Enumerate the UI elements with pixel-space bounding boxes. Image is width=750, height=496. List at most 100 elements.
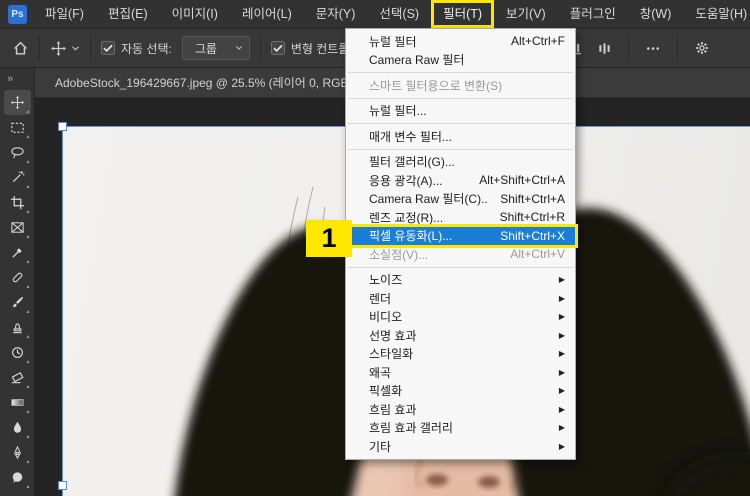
photoshop-logo-icon: Ps [8,4,27,24]
menu-item-24[interactable]: 흐림 효과 갤러리 ▶ [346,419,575,438]
submenu-arrow-icon: ▶ [558,330,565,340]
eraser-tool-icon[interactable] [4,365,31,390]
menu-item-label: Camera Raw 필터 [369,53,465,68]
move-tool-icon[interactable] [3,90,31,115]
submenu-arrow-icon: ▶ [558,293,565,303]
menu-item-12[interactable]: 렌즈 교정(R)... Shift+Ctrl+R [346,208,575,227]
menu-item-label: 매개 변수 필터... [369,129,452,144]
menu-item-25[interactable]: 기타 ▶ [346,437,575,456]
collapse-panel-button[interactable]: » [0,68,34,90]
menu-separator [348,123,573,124]
auto-select-label: 자동 선택: [121,41,172,56]
menu-item-label: 픽셀화 [369,384,403,399]
menu-item-21[interactable]: 왜곡 ▶ [346,363,575,382]
clone-stamp-tool-icon[interactable] [4,315,31,340]
magic-wand-tool-icon[interactable] [4,165,31,190]
menu-item-18[interactable]: 비디오 ▶ [346,308,575,327]
submenu-arrow-icon: ▶ [558,367,565,377]
distribute-centers-icon[interactable] [597,41,612,56]
blur-tool-icon[interactable] [4,415,31,440]
history-brush-tool-icon[interactable] [4,340,31,365]
menu-item-20[interactable]: 스타일화 ▶ [346,345,575,364]
crop-tool-icon[interactable] [4,190,31,215]
menu-item-shortcut: Shift+Ctrl+A [500,191,565,206]
menu-item-label: 뉴럴 필터 [369,34,417,49]
menu-item-label: 스타일화 [369,347,414,362]
menubar-item-2[interactable]: 이미지(I) [160,0,230,28]
eyedropper-tool-icon[interactable] [4,240,31,265]
menu-item-10[interactable]: 응용 광각(A)... Alt+Shift+Ctrl+A [346,171,575,190]
menu-item-label: 왜곡 [369,365,392,380]
submenu-arrow-icon: ▶ [558,312,565,322]
menu-item-label: 렌즈 교정(R)... [369,210,444,225]
menubar-item-8[interactable]: 플러그인 [558,0,628,28]
menubar-item-1[interactable]: 편집(E) [96,0,160,28]
menu-item-23[interactable]: 흐림 효과 ▶ [346,400,575,419]
transform-handle-middle-left[interactable] [58,481,67,490]
menubar-item-5[interactable]: 선택(S) [367,0,431,28]
marquee-tool-icon[interactable] [4,115,31,140]
menu-separator [348,148,573,150]
settings-icon[interactable] [694,40,710,56]
menu-item-label: 뉴럴 필터... [369,104,427,119]
menubar-item-4[interactable]: 문자(Y) [304,0,368,28]
menu-item-label: 비디오 [369,310,403,325]
auto-select-checkbox[interactable]: 자동 선택: [101,40,172,57]
menu-item-label: 스마트 필터용으로 변환(S) [369,78,503,93]
transform-controls-label: 변형 컨트롤 [290,41,350,56]
menu-item-shortcut: Shift+Ctrl+X [500,228,565,243]
gradient-tool-icon[interactable] [4,390,31,415]
transform-handle-top-left[interactable] [58,122,67,131]
submenu-arrow-icon: ▶ [558,275,565,285]
lasso-tool-icon[interactable] [4,140,31,165]
menu-separator [348,266,573,268]
menu-item-5[interactable]: 뉴럴 필터... [346,102,575,121]
step-1-annotation-badge: 1 [306,220,352,257]
menu-item-9[interactable]: 필터 갤러리(G)... [346,153,575,172]
menu-item-16[interactable]: 노이즈 ▶ [346,271,575,290]
menu-item-shortcut: Alt+Ctrl+V [510,247,565,262]
brush-tool-icon[interactable] [4,290,31,315]
menu-item-3: 스마트 필터용으로 변환(S) [346,76,575,95]
frame-tool-icon[interactable] [4,215,31,240]
menu-item-11[interactable]: Camera Raw 필터(C)... Shift+Ctrl+A [346,190,575,209]
menu-item-22[interactable]: 픽셀화 ▶ [346,382,575,401]
menu-item-1[interactable]: Camera Raw 필터 [346,51,575,70]
menu-item-shortcut: Shift+Ctrl+R [499,210,565,225]
transform-controls-checkbox[interactable]: 변형 컨트롤 [270,40,350,57]
menu-item-0[interactable]: 뉴럴 필터 Alt+Ctrl+F [346,32,575,51]
type-tool-icon[interactable] [4,465,31,490]
auto-select-dropdown[interactable]: 그룹 [181,36,250,60]
menu-item-14: 소실점(V)... Alt+Ctrl+V [346,245,575,264]
menu-item-7[interactable]: 매개 변수 필터... [346,127,575,146]
chevron-down-icon [235,46,242,50]
menubar-item-10[interactable]: 도움말(H) [683,0,750,28]
menu-item-liquify-highlighted[interactable]: 픽셀 유동화(L)... Shift+Ctrl+X [343,223,578,248]
move-tool-options-icon[interactable] [50,40,67,57]
menu-item-label: 소실점(V)... [369,247,429,262]
menu-item-shortcut: Alt+Ctrl+F [510,34,565,49]
healing-brush-tool-icon[interactable] [4,265,31,290]
submenu-arrow-icon: ▶ [558,386,565,396]
menubar-item-9[interactable]: 창(W) [628,0,684,28]
app-menubar: Ps 파일(F) 편집(E) 이미지(I) 레이어(L) 문자(Y) 선택(S) 필터(T)… [0,0,750,28]
menu-item-label: 픽셀 유동화(L)... [369,229,453,244]
menu-item-label: 흐림 효과 갤러리 [369,421,453,436]
chevron-down-icon[interactable] [71,45,80,52]
menubar-item-3[interactable]: 레이어(L) [230,0,304,28]
document-tab[interactable]: AdobeStock_196429667.jpeg @ 25.5% (레이어 0… [35,74,358,91]
menubar-items: 파일(F) 편집(E) 이미지(I) 레이어(L) 문자(Y) 선택(S) 필터(T) 보기(… [33,0,750,28]
more-options-icon[interactable] [645,41,661,56]
menu-item-label: Camera Raw 필터(C)... [369,192,489,207]
menu-item-19[interactable]: 선명 효과 ▶ [346,326,575,345]
tools-panel: » [0,68,35,496]
menu-item-label: 렌더 [369,291,392,306]
menubar-item-6-filter-active[interactable]: 필터(T) [431,0,495,28]
menubar-item-0[interactable]: 파일(F) [33,0,96,28]
home-icon[interactable] [12,40,29,57]
filter-dropdown-menu: 뉴럴 필터 Alt+Ctrl+F Camera Raw 필터스마트 필터용으로 변환… [343,28,578,460]
pen-tool-icon[interactable] [4,440,31,465]
menu-item-label: 흐림 효과 [369,402,417,417]
menu-item-17[interactable]: 렌더 ▶ [346,289,575,308]
menubar-item-7[interactable]: 보기(V) [494,0,558,28]
